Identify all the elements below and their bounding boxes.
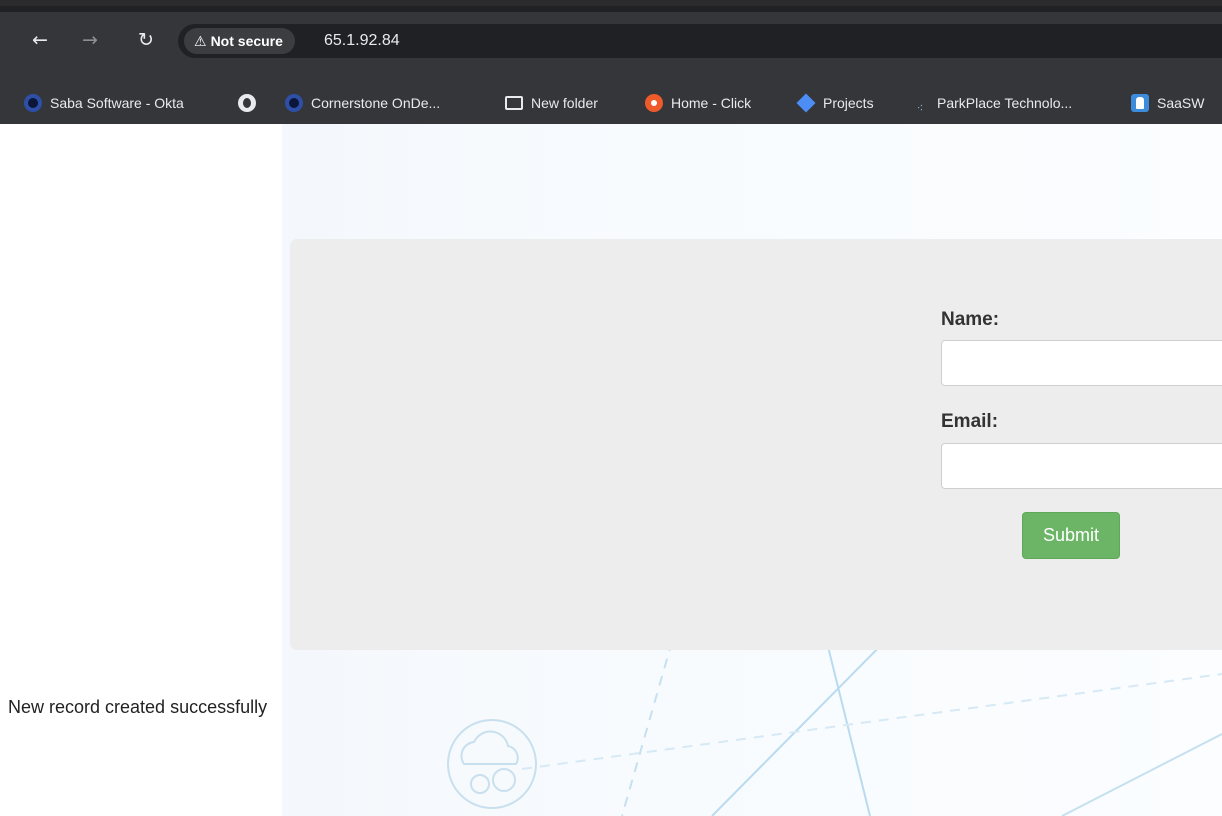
clickup-icon [645,94,663,112]
back-button[interactable]: ← [26,26,54,54]
globe-icon [238,94,256,112]
forward-button[interactable]: → [76,26,104,54]
reload-button[interactable]: ↻ [132,26,160,54]
bookmark-label: Cornerstone OnDe... [311,95,441,111]
security-indicator[interactable]: ⚠ Not secure [184,28,295,54]
browser-toolbar: ← → ↻ ⚠ Not secure 65.1.92.84 [0,12,1222,80]
email-label: Email: [941,411,999,432]
bookmark-cornerstone[interactable]: Cornerstone OnDe... [285,92,440,114]
form-card: Name: Email: Submit [290,239,1222,650]
okta-ring-icon [24,94,42,112]
bookmark-label: Projects [823,95,874,111]
jira-diamond-icon [796,93,816,113]
url-text[interactable]: 65.1.92.84 [324,24,400,58]
bookmark-globe[interactable] [238,92,264,114]
parkplace-icon: ⁖ [916,101,924,115]
email-field[interactable] [941,443,1222,489]
bookmark-home-click[interactable]: Home - Click [645,92,751,114]
browser-chrome: ← → ↻ ⚠ Not secure 65.1.92.84 Saba Softwa… [0,0,1222,128]
bookmark-label: ParkPlace Technolo... [937,95,1073,111]
folder-icon [505,96,523,110]
cloud-gear-icon [447,719,537,809]
saasw-icon [1131,94,1149,112]
bookmark-new-folder[interactable]: New folder [505,92,598,114]
page-content: Name: Email: Submit New record created s… [0,124,1222,816]
name-label: Name: [941,309,1000,330]
bookmark-parkplace[interactable]: ⁖ ParkPlace Technolo... [911,92,1073,115]
name-field[interactable] [941,340,1222,386]
bookmark-saasw[interactable]: SaaSW [1131,92,1204,114]
bookmark-label: Saba Software - Okta [50,95,184,111]
bookmark-projects[interactable]: Projects [796,92,874,114]
warning-icon: ⚠ [194,34,207,50]
security-warning-text: Not secure [210,33,283,49]
okta-ring-icon [285,94,303,112]
bookmark-label: Home - Click [671,95,752,111]
submit-button[interactable]: Submit [1022,512,1120,559]
bookmark-label: SaaSW [1157,95,1205,111]
address-bar[interactable]: ⚠ Not secure 65.1.92.84 [178,24,1222,58]
bookmarks-bar: Saba Software - Okta Cornerstone OnDe...… [0,80,1222,128]
bookmark-saba-okta[interactable]: Saba Software - Okta [24,92,184,114]
bookmark-label: New folder [531,95,598,111]
status-message: New record created successfully [8,697,268,717]
